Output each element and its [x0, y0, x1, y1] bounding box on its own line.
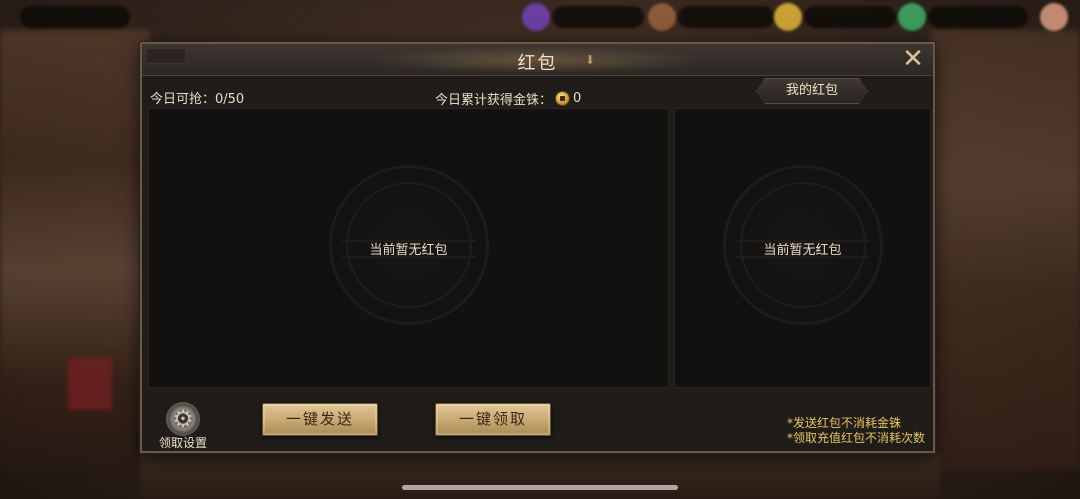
avatar-icon [1040, 3, 1068, 31]
background-bottom-bar [140, 453, 940, 499]
red-packet-list: 当前暂无红包 [148, 108, 669, 388]
background-right-scenery [930, 30, 1080, 470]
down-arrow-icon[interactable]: ⬇ [583, 52, 597, 68]
home-indicator[interactable] [402, 485, 678, 490]
today-grab-count: 今日可抢：0/50 [150, 92, 245, 107]
top-resource-bar [0, 0, 1080, 34]
claim-all-button[interactable]: 一键领取 [435, 403, 551, 436]
today-gold-label: 今日累计获得金铢： [435, 93, 553, 108]
title-bar: 红包 ⬇ ✕ [142, 44, 933, 76]
my-red-packet-list: 当前暂无红包 [674, 108, 931, 388]
gear-icon [166, 402, 200, 436]
red-packet-panel: 红包 ⬇ ✕ 今日可抢：0/50 今日累计获得金铢： 0 我的红包 当前暂无红包… [140, 42, 935, 453]
gold-resource-icon [774, 3, 802, 31]
claim-settings-label: 领取设置 [158, 436, 207, 450]
empty-list-text: 当前暂无红包 [763, 243, 842, 258]
note-send: *发送红包不消耗金铢 [786, 416, 901, 430]
resource-icon [648, 3, 676, 31]
resource-slot [552, 6, 644, 28]
resource-slot [804, 6, 896, 28]
purple-resource-icon [522, 3, 550, 31]
today-gold-stat: 今日累计获得金铢： 0 [435, 89, 581, 108]
top-bar-left-item [20, 6, 130, 28]
gold-coin-icon [555, 91, 571, 106]
panel-title: 红包 [517, 53, 558, 74]
background-red-object [68, 358, 112, 410]
empty-list-text: 当前暂无红包 [369, 243, 448, 258]
resource-slot [678, 6, 774, 28]
today-gold-value: 0 [573, 91, 582, 106]
note-claim: *领取充值红包不消耗次数 [786, 431, 925, 445]
my-red-packets-tab[interactable]: 我的红包 [756, 78, 868, 104]
notes: *发送红包不消耗金铢 *领取充值红包不消耗次数 [787, 416, 925, 446]
resource-slot [928, 6, 1028, 28]
close-icon[interactable]: ✕ [901, 46, 925, 72]
send-all-button[interactable]: 一键发送 [262, 403, 378, 436]
claim-settings-button[interactable]: 领取设置 [150, 402, 216, 450]
jade-resource-icon [898, 3, 926, 31]
